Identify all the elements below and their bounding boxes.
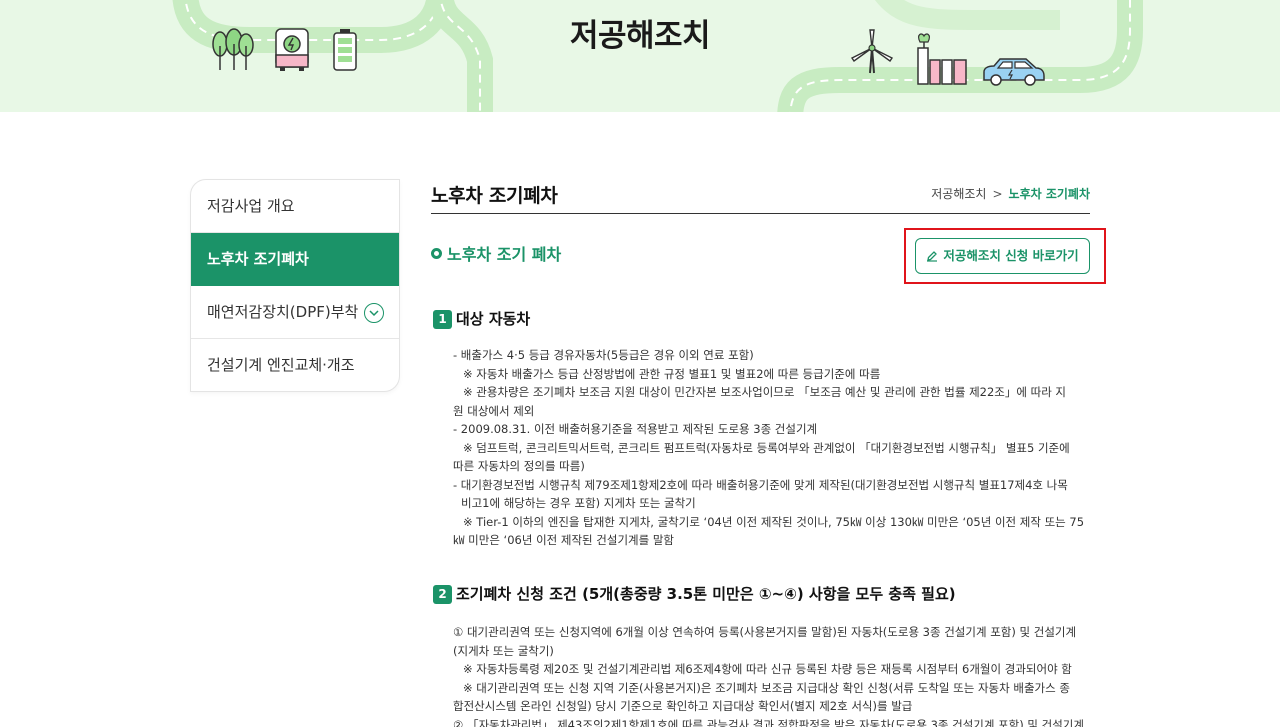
apply-shortcut-button[interactable]: 저공해조치 신청 바로가기 xyxy=(915,238,1090,274)
section-number-badge: 1 xyxy=(433,310,452,329)
text-line: - 2009.08.31. 이전 배출허용기준을 적용받고 제작된 도로용 3종… xyxy=(453,422,818,436)
section-2-body: ① 대기관리권역 또는 신청지역에 6개월 이상 연속하여 등록(사용본거지를 … xyxy=(453,623,1093,727)
text-line: 합전산시스템 온라인 신청일) 당시 기준으로 확인하고 지급대상 확인서(별지… xyxy=(453,699,913,713)
text-line: ② 「자동차관리법」 제43조의2제1항제1호에 따른 관능검사 결과 적합판정… xyxy=(453,717,1084,727)
text-line: ※ 자동차 배출가스 등급 산정방법에 관한 규정 별표1 및 별표2에 따른 … xyxy=(463,366,881,381)
sub-heading: 노후차 조기 폐차 xyxy=(431,241,561,265)
text-line: ※ 관용차량은 조기폐차 보조금 지원 대상이 민간자본 보조사업이므로 「보조… xyxy=(463,385,1067,399)
text-line: 비고1에 해당하는 경우 포함) 지게차 또는 굴착기 xyxy=(461,496,696,510)
text-line: 따른 자동차의 정의를 따름) xyxy=(453,459,585,473)
sidebar-item-label: 저감사업 개요 xyxy=(207,197,295,215)
text-line: ※ 대기관리권역 또는 신청 지역 기준(사용본거지)은 조기폐차 보조금 지급… xyxy=(463,680,1070,695)
breadcrumb-separator: > xyxy=(992,187,1003,201)
breadcrumb-parent[interactable]: 저공해조치 xyxy=(931,187,986,201)
top-banner: 저공해조치 xyxy=(0,0,1280,112)
sidebar-item-label: 노후차 조기폐차 xyxy=(207,250,309,268)
electric-car-icon xyxy=(983,58,1045,86)
circle-bullet-icon xyxy=(431,248,442,259)
sidebar-item-label: 건설기계 엔진교체·개조 xyxy=(207,356,355,374)
pencil-icon xyxy=(927,251,938,262)
title-divider xyxy=(431,213,1090,214)
banner-title: 저공해조치 xyxy=(569,18,711,54)
text-line: ※ 자동차등록령 제20조 및 건설기계관리법 제6조제4항에 따라 신규 등록… xyxy=(463,662,1072,676)
breadcrumb: 저공해조치 > 노후차 조기폐차 xyxy=(931,185,1090,202)
sidebar-item-engine-replace[interactable]: 건설기계 엔진교체·개조 xyxy=(191,339,399,391)
apply-button-label: 저공해조치 신청 바로가기 xyxy=(943,248,1079,263)
text-line: - 대기환경보전법 시행규칙 제79조제1항제2호에 따라 배출허용기준에 맞게… xyxy=(453,477,1068,492)
sidebar-item-label: 매연저감장치(DPF)부착 xyxy=(207,303,359,321)
section-2-heading: 2 조기폐차 신청 조건 (5개(총중량 3.5톤 미만은 ①~④) 사항을 모두… xyxy=(433,583,956,604)
section-title: 조기폐차 신청 조건 (5개(총중량 3.5톤 미만은 ①~④) 사항을 모두 … xyxy=(456,585,956,603)
section-1-body: - 배출가스 4·5 등급 경유자동차(5등급은 경유 이외 연료 포함) ※ … xyxy=(453,346,1093,550)
section-title: 대상 자동차 xyxy=(456,310,531,328)
sub-heading-text: 노후차 조기 폐차 xyxy=(447,245,562,264)
sidebar-item-overview[interactable]: 저감사업 개요 xyxy=(191,180,399,233)
text-line: - 배출가스 4·5 등급 경유자동차(5등급은 경유 이외 연료 포함) xyxy=(453,348,754,362)
text-line: ※ Tier-1 이하의 엔진을 탑재한 지게차, 굴착기로 ‘04년 이전 제… xyxy=(463,514,1085,529)
page-title: 노후차 조기폐차 xyxy=(431,185,558,207)
text-line: 원 대상에서 제외 xyxy=(453,403,535,418)
text-line: ※ 덤프트럭, 콘크리트믹서트럭, 콘크리트 펌프트럭(자동차로 등록여부와 관… xyxy=(463,440,1070,455)
section-1-heading: 1 대상 자동차 xyxy=(433,308,530,329)
text-line: (지게차 또는 굴착기) xyxy=(453,643,554,658)
sidebar-nav: 저감사업 개요 노후차 조기폐차 매연저감장치(DPF)부착 건설기계 엔진교체… xyxy=(190,179,400,392)
text-line: ㎾ 미만은 ‘06년 이전 제작된 건설기계를 말함 xyxy=(453,533,675,547)
section-number-badge: 2 xyxy=(433,585,452,604)
sidebar-item-dpf[interactable]: 매연저감장치(DPF)부착 xyxy=(191,286,399,339)
text-line: ① 대기관리권역 또는 신청지역에 6개월 이상 연속하여 등록(사용본거지를 … xyxy=(453,625,1077,639)
breadcrumb-current: 노후차 조기폐차 xyxy=(1008,187,1090,201)
sidebar-item-early-scrap[interactable]: 노후차 조기폐차 xyxy=(191,233,399,286)
chevron-down-icon[interactable] xyxy=(364,303,384,323)
